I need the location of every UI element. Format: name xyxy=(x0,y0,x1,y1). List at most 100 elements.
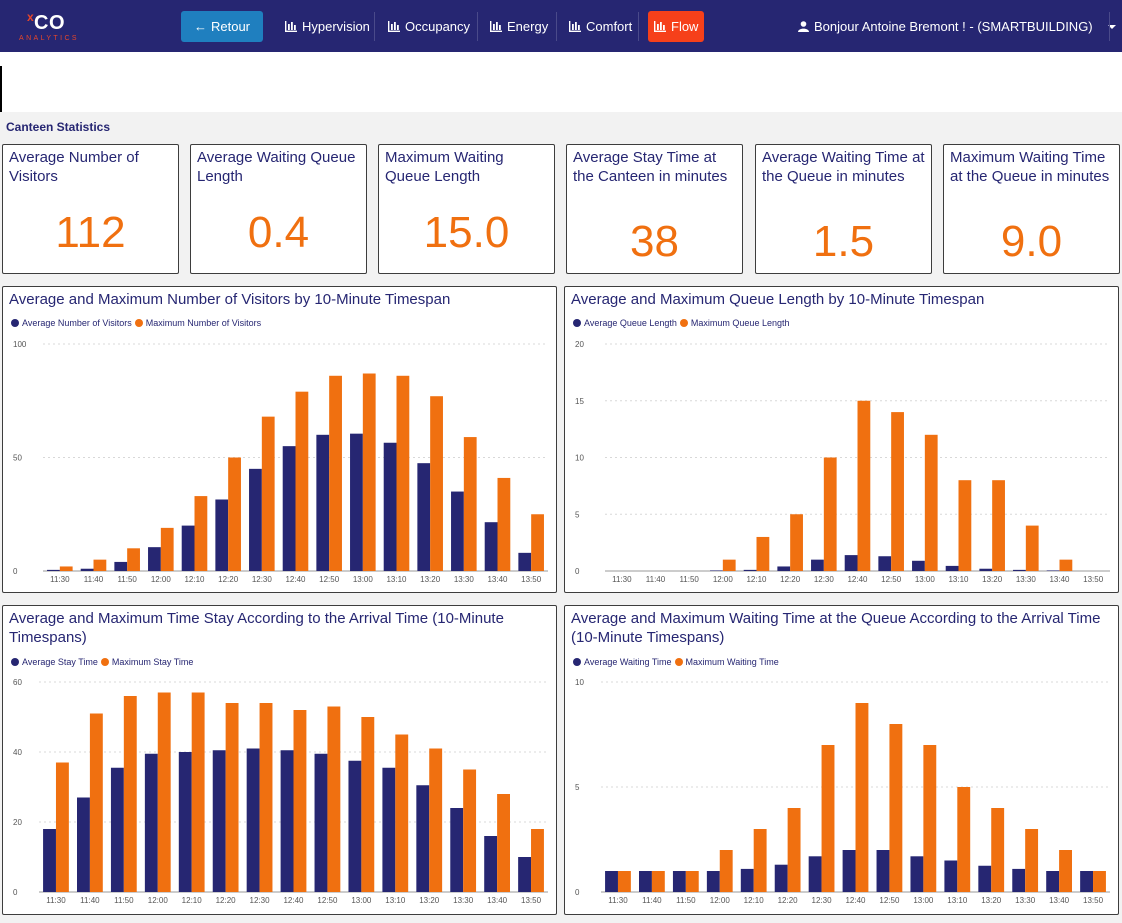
bar xyxy=(327,706,341,892)
bar xyxy=(430,396,443,571)
bar xyxy=(722,559,736,571)
bar xyxy=(1012,868,1026,892)
kpi-value: 112 xyxy=(55,208,126,257)
bar xyxy=(361,717,375,892)
nav-energy[interactable]: Energy xyxy=(490,11,548,42)
bar xyxy=(1025,829,1039,892)
x-tick-label: 13:30 xyxy=(453,896,474,905)
bar xyxy=(484,836,498,892)
bar xyxy=(857,400,871,571)
x-tick-label: 12:50 xyxy=(881,575,902,584)
bar xyxy=(383,442,397,571)
bar xyxy=(821,745,835,892)
bar xyxy=(181,525,195,571)
kpi-card: Maximum Waiting Time at the Queue in min… xyxy=(943,144,1120,274)
x-tick-label: 13:10 xyxy=(386,575,407,584)
user-menu[interactable]: Bonjour Antoine Bremont ! - (SMARTBUILDI… xyxy=(798,11,1116,42)
bar xyxy=(719,850,733,892)
x-tick-label: 13:00 xyxy=(351,896,372,905)
x-tick-label: 12:50 xyxy=(319,575,340,584)
back-button[interactable]: ← Retour xyxy=(181,11,263,42)
x-tick-label: 13:20 xyxy=(420,575,441,584)
x-tick-label: 12:00 xyxy=(713,575,734,584)
kpi-label: Average Number of Visitors xyxy=(9,149,139,185)
nav-divider xyxy=(1109,12,1110,41)
x-tick-label: 12:10 xyxy=(746,575,767,584)
nav-hypervision[interactable]: Hypervision xyxy=(285,11,370,42)
x-tick-label: 11:30 xyxy=(608,896,628,905)
y-tick-label: 5 xyxy=(575,510,580,519)
nav-divider xyxy=(374,12,375,41)
x-tick-label: 12:20 xyxy=(780,575,801,584)
chart-panel-queue-length: Average and Maximum Queue Length by 10-M… xyxy=(564,286,1119,593)
nav-flow[interactable]: Flow xyxy=(648,11,705,42)
bar xyxy=(160,527,174,571)
y-tick-label: 0 xyxy=(13,567,18,576)
x-tick-label: 12:20 xyxy=(216,896,237,905)
bar xyxy=(651,871,665,892)
y-tick-label: 10 xyxy=(575,454,584,463)
bar xyxy=(1093,871,1106,892)
bar xyxy=(991,808,1005,892)
bar xyxy=(518,857,532,892)
kpi-card: Average Waiting Queue Length 0.4 xyxy=(190,144,367,274)
x-tick-label: 11:30 xyxy=(46,896,66,905)
kpi-value: 38 xyxy=(630,217,679,266)
y-tick-label: 0 xyxy=(575,888,580,897)
nav-occupancy[interactable]: Occupancy xyxy=(388,11,470,42)
bar xyxy=(1059,559,1073,571)
bar xyxy=(194,496,208,571)
x-tick-label: 13:40 xyxy=(487,575,508,584)
y-tick-label: 100 xyxy=(13,340,27,349)
bar xyxy=(450,808,464,892)
bar xyxy=(127,548,140,571)
bar xyxy=(416,785,430,892)
bar xyxy=(1080,871,1094,892)
x-tick-label: 13:00 xyxy=(913,896,934,905)
bar-chart-waiting-time: 0 5 10 11:30 11:40 11:50 12:00 12:10 12:20 12:30 1… xyxy=(575,678,1110,905)
bar xyxy=(463,769,477,892)
bar xyxy=(639,871,652,892)
x-tick-label: 12:40 xyxy=(283,896,304,905)
bar xyxy=(228,457,241,571)
bar xyxy=(225,703,239,892)
nav-comfort[interactable]: Comfort xyxy=(569,11,632,42)
bar xyxy=(790,514,803,571)
x-tick-label: 13:00 xyxy=(353,575,374,584)
logo[interactable]: x CO ANALYTICS xyxy=(18,8,88,44)
x-tick-label: 11:40 xyxy=(642,896,662,905)
kpi-label: Maximum Waiting Time at the Queue in min… xyxy=(950,149,1110,185)
bar xyxy=(979,568,993,571)
bar-chart-icon xyxy=(654,21,666,32)
bar xyxy=(957,787,971,892)
bar xyxy=(1059,850,1072,892)
y-tick-label: 40 xyxy=(13,748,22,757)
bar xyxy=(77,797,90,892)
bar xyxy=(531,514,544,571)
bar xyxy=(110,767,124,892)
bar xyxy=(249,468,262,571)
x-tick-label: 11:50 xyxy=(676,896,696,905)
bar xyxy=(191,692,205,892)
bar xyxy=(774,864,788,892)
user-greeting: Bonjour Antoine Bremont ! - (SMARTBUILDI… xyxy=(814,19,1093,34)
bar xyxy=(497,477,511,571)
divider xyxy=(0,66,2,114)
x-tick-label: 13:40 xyxy=(1049,575,1070,584)
nav-divider xyxy=(477,12,478,41)
x-tick-label: 13:50 xyxy=(1083,575,1104,584)
bar xyxy=(787,808,801,892)
bar xyxy=(891,412,904,571)
bar xyxy=(855,703,869,892)
y-tick-label: 5 xyxy=(575,783,580,792)
bar xyxy=(753,829,767,892)
kpi-value: 9.0 xyxy=(1000,217,1063,266)
x-tick-label: 12:10 xyxy=(184,575,205,584)
bar xyxy=(497,794,510,892)
x-tick-label: 13:10 xyxy=(948,575,969,584)
x-tick-label: 13:10 xyxy=(385,896,406,905)
bar xyxy=(756,536,770,571)
bar xyxy=(417,463,431,571)
arrow-left-icon: ← xyxy=(193,19,207,34)
bar xyxy=(844,555,858,571)
